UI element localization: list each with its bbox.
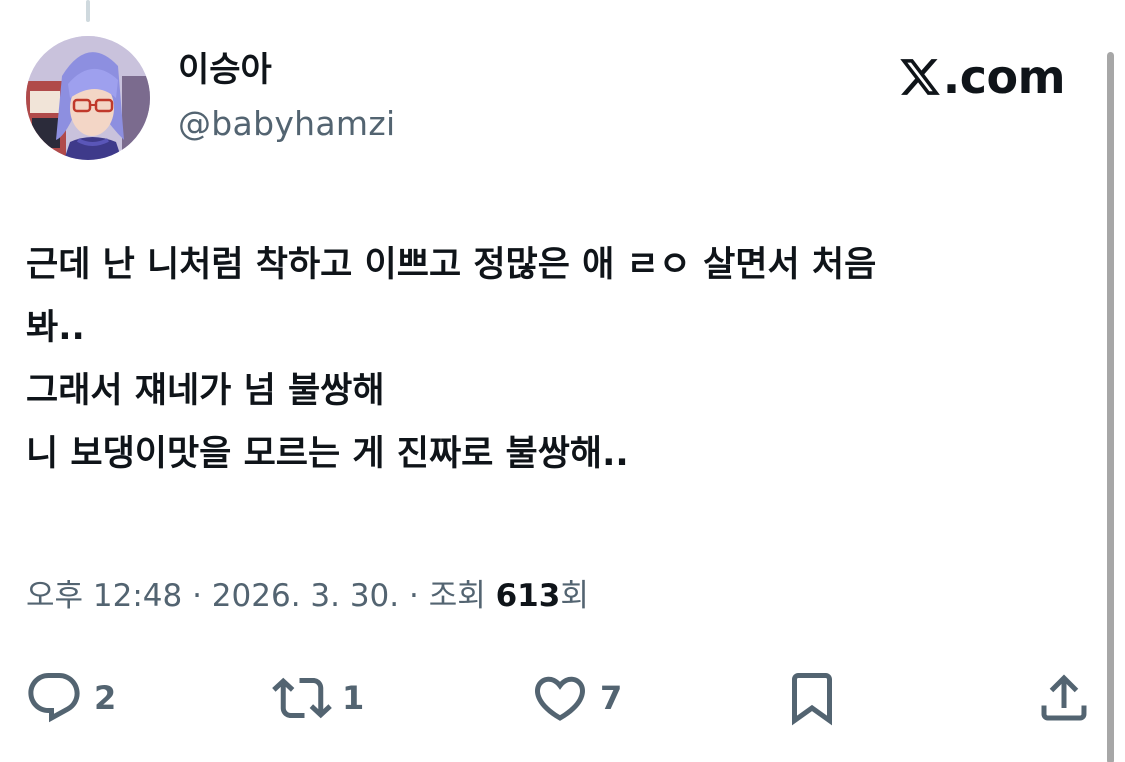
heart-icon [534, 676, 586, 721]
scrollbar[interactable] [1107, 52, 1114, 762]
author-display-name[interactable]: 이승아 [178, 50, 272, 90]
repost-count: 1 [342, 679, 365, 717]
reply-button[interactable]: 2 [24, 668, 116, 728]
tweet-text-line: 니 보댕이맛을 모르는 게 진짜로 불쌍해.. [26, 434, 629, 474]
views-label: 조회 [428, 578, 486, 614]
reply-icon [28, 673, 80, 723]
x-com-brand: .com [897, 50, 1066, 104]
views-suffix: 회 [560, 578, 589, 614]
tweet-screenshot: 이승아 @babyhamzi .com 근데 난 니처럼 착하고 이쁘고 정많은… [0, 0, 1125, 762]
bookmark-icon [792, 673, 832, 726]
author-handle[interactable]: @babyhamzi [178, 104, 395, 144]
tweet-text: 근데 난 니처럼 착하고 이쁘고 정많은 애 ㄹㅇ 살면서 처음 봐.. 그래서… [26, 234, 1086, 486]
thread-connector-line [86, 0, 90, 22]
tweet-meta: 오후 12:48 · 2026. 3. 30. · 조회 613회 [26, 572, 589, 620]
repost-icon [272, 677, 332, 719]
tweet-date[interactable]: 2026. 3. 30. [212, 578, 399, 614]
meta-separator: · [182, 578, 212, 614]
tweet-text-line: 근데 난 니처럼 착하고 이쁘고 정많은 애 ㄹㅇ 살면서 처음 [26, 245, 877, 285]
meta-separator: · [399, 578, 429, 614]
share-icon [1041, 674, 1087, 721]
like-count: 7 [600, 679, 623, 717]
views-count: 613 [495, 578, 561, 614]
like-button[interactable]: 7 [530, 668, 622, 728]
x-logo-icon [900, 59, 940, 95]
tweet-text-line: 봐.. [26, 308, 85, 348]
tweet-time[interactable]: 오후 12:48 [26, 578, 182, 614]
tweet-actions-bar: 2 1 7 [0, 668, 1125, 732]
avatar[interactable] [26, 36, 150, 160]
bookmark-button[interactable] [782, 668, 842, 728]
repost-button[interactable]: 1 [272, 668, 364, 728]
share-button[interactable] [1034, 668, 1094, 728]
tweet-text-line: 그래서 쟤네가 넘 불쌍해 [26, 371, 385, 411]
avatar-image [26, 36, 150, 160]
brand-domain-text: .com [942, 50, 1066, 104]
reply-count: 2 [94, 679, 117, 717]
